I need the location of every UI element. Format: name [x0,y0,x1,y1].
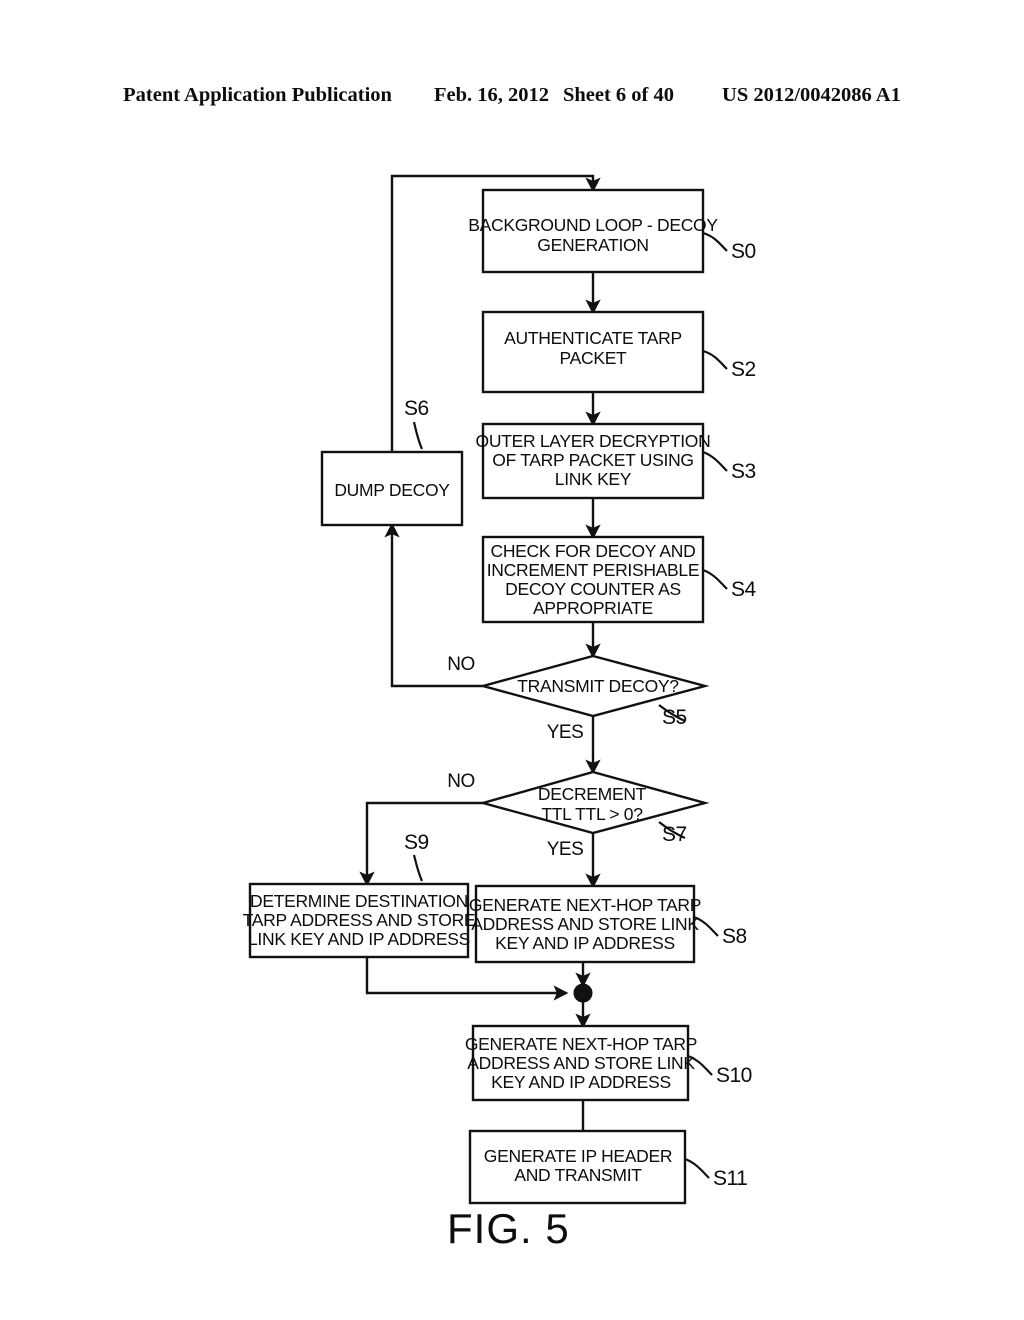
node-s8-line-2: ADDRESS AND STORE LINK [471,914,699,934]
node-s9-line-2: TARP ADDRESS AND STORE [243,910,476,930]
node-s3-line-3: LINK KEY [555,469,632,489]
node-s10-line-1: GENERATE NEXT-HOP TARP [465,1034,697,1054]
figure-caption: FIG. 5 [447,1205,570,1252]
node-s11[interactable]: GENERATE IP HEADER AND TRANSMIT S11 [468,1129,748,1205]
node-s4-line-2: INCREMENT PERISHABLE [487,560,699,580]
merge-junction-dot [573,983,593,1003]
node-s2-tag: S2 [731,358,756,381]
node-s5-no-label: NO [447,654,475,675]
node-s7-tag: S7 [662,823,687,846]
node-s9-line-3: LINK KEY AND IP ADDRESS [248,929,470,949]
node-s2[interactable]: AUTHENTICATE TARP PACKET S2 [481,310,756,394]
node-s5-yes-label: YES [547,722,584,743]
node-s2-line-1: AUTHENTICATE TARP [504,328,682,348]
node-s7-line-2: TTL TTL > 0? [541,804,643,824]
node-s0-line-1: BACKGROUND LOOP - DECOY [468,215,718,235]
node-s0-tag: S0 [731,240,756,263]
node-s9[interactable]: DETERMINE DESTINATION TARP ADDRESS AND S… [243,831,476,959]
node-s0[interactable]: BACKGROUND LOOP - DECOY GENERATION S0 [468,188,756,274]
node-s4-line-1: CHECK FOR DECOY AND [491,541,696,561]
node-s7-line-1: DECREMENT [538,784,647,804]
node-s8[interactable]: GENERATE NEXT-HOP TARP ADDRESS AND STORE… [469,884,747,964]
node-s7-no-label: NO [447,771,475,792]
node-s3[interactable]: OUTER LAYER DECRYPTION OF TARP PACKET US… [476,422,756,500]
node-s10-line-3: KEY AND IP ADDRESS [491,1072,671,1092]
node-s4[interactable]: CHECK FOR DECOY AND INCREMENT PERISHABLE… [481,535,757,624]
node-s4-tag: S4 [731,578,757,601]
node-s2-line-2: PACKET [560,348,628,368]
node-s4-line-4: APPROPRIATE [533,598,653,618]
node-s8-line-3: KEY AND IP ADDRESS [495,933,675,953]
node-s10-line-2: ADDRESS AND STORE LINK [467,1053,695,1073]
node-s8-line-1: GENERATE NEXT-HOP TARP [469,895,701,915]
node-s11-line-1: GENERATE IP HEADER [484,1146,672,1166]
node-s3-line-2: OF TARP PACKET USING [492,450,693,470]
node-s5[interactable]: TRANSMIT DECOY? S5 NO YES [447,654,710,743]
node-s0-line-2: GENERATION [537,235,648,255]
flowchart-figure: BACKGROUND LOOP - DECOY GENERATION S0 AU… [243,174,757,1252]
node-s7-yes-label: YES [547,839,584,860]
patent-page: Patent Application Publication Feb. 16, … [0,0,1024,1320]
node-s10-tag: S10 [716,1064,752,1087]
node-s6-tag: S6 [404,397,429,420]
node-s7[interactable]: DECREMENT TTL TTL > 0? S7 NO YES [447,770,710,860]
node-s8-tag: S8 [722,925,747,948]
node-s11-line-2: AND TRANSMIT [514,1165,642,1185]
node-s9-tag: S9 [404,831,429,854]
node-s3-tag: S3 [731,460,756,483]
node-s3-line-1: OUTER LAYER DECRYPTION [476,431,711,451]
node-s5-line-1: TRANSMIT DECOY? [517,676,679,696]
node-s4-line-3: DECOY COUNTER AS [505,579,681,599]
node-s10[interactable]: GENERATE NEXT-HOP TARP ADDRESS AND STORE… [465,1024,752,1102]
node-s11-tag: S11 [713,1167,747,1190]
node-s9-line-1: DETERMINE DESTINATION [250,891,468,911]
node-s6-line-1: DUMP DECOY [334,480,450,500]
node-s5-tag: S5 [662,706,687,729]
